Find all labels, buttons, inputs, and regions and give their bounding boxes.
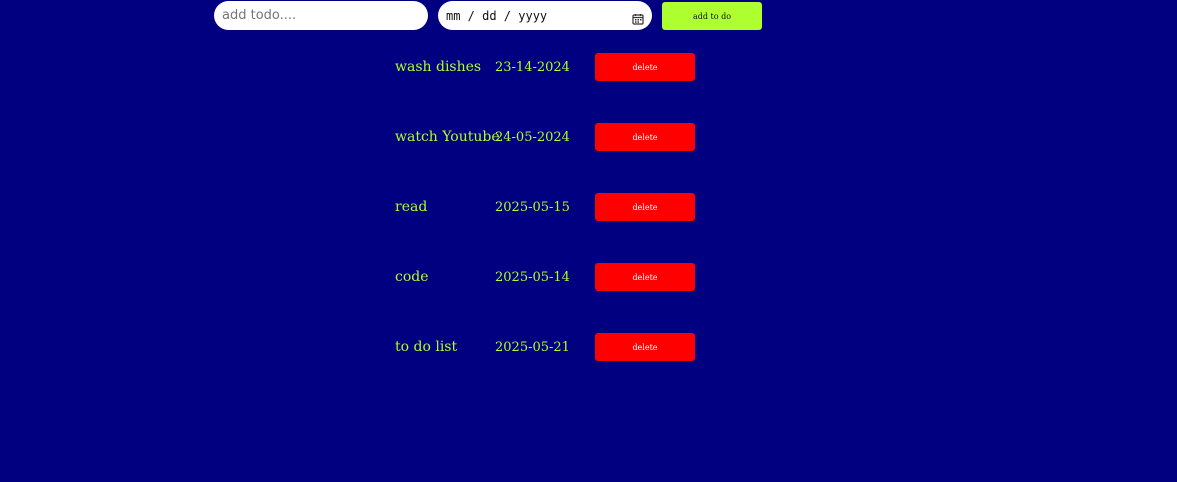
- delete-button[interactable]: delete: [595, 123, 695, 151]
- calendar-icon[interactable]: [632, 10, 644, 25]
- todo-row: wash dishes 23-14-2024 delete: [395, 53, 715, 81]
- todo-date: 2025-05-21: [495, 339, 570, 355]
- todo-row: code 2025-05-14 delete: [395, 263, 715, 291]
- date-input[interactable]: mm / dd / yyyy: [438, 1, 652, 30]
- todo-row: watch Youtube 24-05-2024 delete: [395, 123, 715, 151]
- todo-date: 23-14-2024: [495, 59, 570, 75]
- todo-date: 2025-05-15: [495, 199, 570, 215]
- date-placeholder: mm / dd / yyyy: [446, 8, 548, 23]
- delete-button[interactable]: delete: [595, 263, 695, 291]
- todo-list: wash dishes 23-14-2024 delete watch Yout…: [395, 53, 715, 403]
- todo-row: read 2025-05-15 delete: [395, 193, 715, 221]
- todo-input[interactable]: [214, 1, 428, 30]
- todo-name: read: [395, 199, 428, 215]
- todo-date: 2025-05-14: [495, 269, 570, 285]
- todo-name: to do list: [395, 339, 458, 355]
- todo-name: watch Youtube: [395, 129, 500, 145]
- todo-date: 24-05-2024: [495, 129, 570, 145]
- todo-row: to do list 2025-05-21 delete: [395, 333, 715, 361]
- delete-button[interactable]: delete: [595, 193, 695, 221]
- add-todo-button[interactable]: add to do: [662, 2, 762, 30]
- delete-button[interactable]: delete: [595, 333, 695, 361]
- todo-name: code: [395, 269, 429, 285]
- todo-name: wash dishes: [395, 59, 482, 75]
- todo-form: mm / dd / yyyy add to do: [214, 1, 762, 30]
- delete-button[interactable]: delete: [595, 53, 695, 81]
